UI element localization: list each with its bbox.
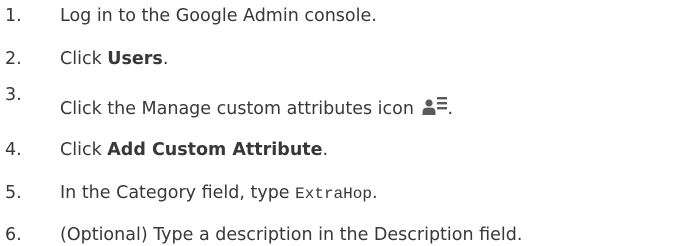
- step-punctuation: .: [371, 183, 378, 203]
- step-body: In the Category field, type ExtraHop.: [60, 182, 378, 205]
- step-number: 6.: [5, 225, 22, 245]
- step-body: Click the Manage custom attributes icon …: [60, 96, 453, 120]
- step-body: Click Add Custom Attribute.: [60, 139, 328, 161]
- step-text: (Optional) Type a description in the Des…: [60, 225, 523, 245]
- ui-term-users: Users: [107, 49, 163, 69]
- manage-custom-attributes-icon: [422, 96, 448, 116]
- step-text: Click: [60, 140, 108, 160]
- step-text: Click: [60, 49, 108, 69]
- step-punctuation: .: [447, 99, 454, 119]
- step-number: 5.: [5, 183, 22, 203]
- step-text: Log in to the Google Admin console.: [60, 6, 377, 26]
- step-number: 1.: [5, 6, 22, 26]
- step-text: Click the Manage custom attributes icon: [60, 99, 420, 119]
- step-punctuation: .: [162, 49, 169, 69]
- step-number: 3.: [5, 85, 22, 105]
- step-punctuation: .: [322, 140, 329, 160]
- code-value-extrahop: ExtraHop: [295, 185, 372, 203]
- step-text: In the Category field, type: [60, 183, 296, 203]
- step-body: Click Users.: [60, 48, 168, 70]
- ui-term-add-custom-attribute: Add Custom Attribute: [107, 140, 323, 160]
- step-number: 4.: [5, 140, 22, 160]
- instruction-steps: 1. Log in to the Google Admin console. 2…: [0, 0, 683, 246]
- step-number: 2.: [5, 49, 22, 69]
